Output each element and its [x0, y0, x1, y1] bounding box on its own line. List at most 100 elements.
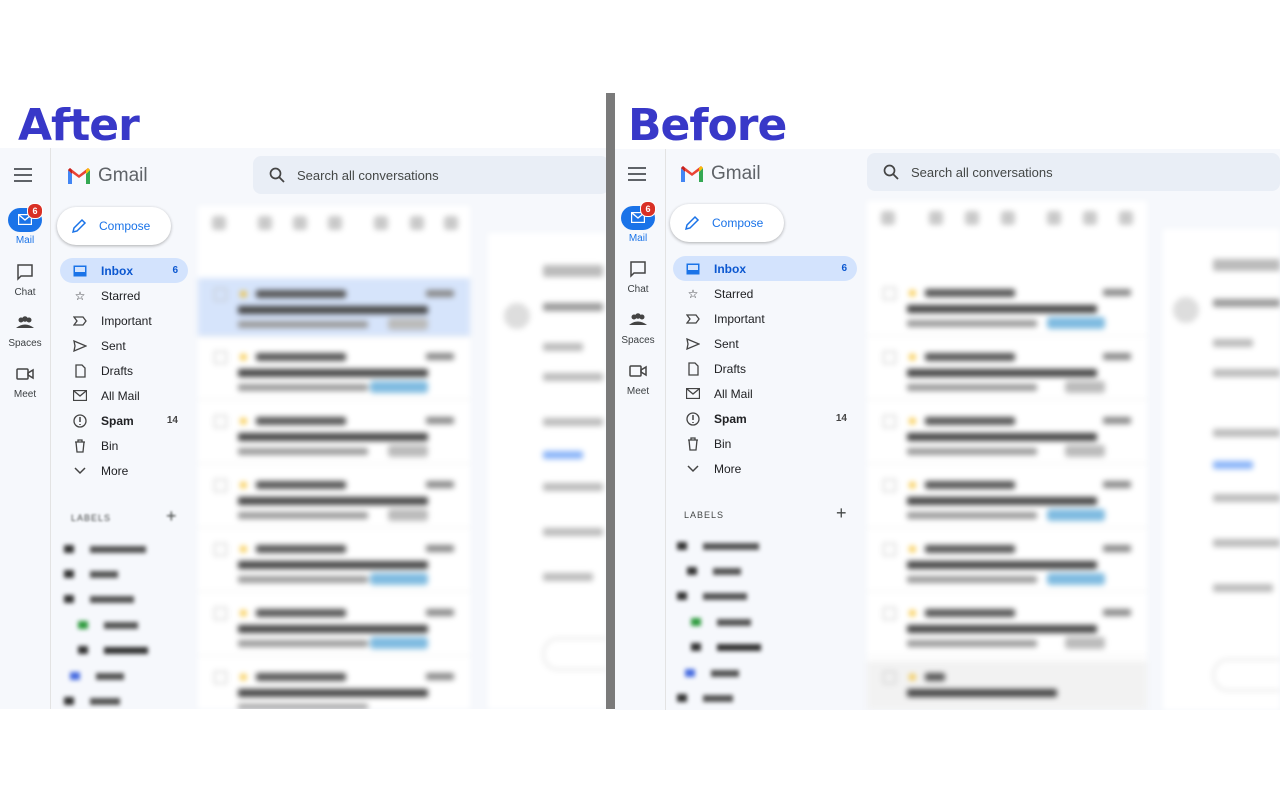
inbox-icon [685, 261, 701, 277]
gmail-wordmark: Gmail [98, 165, 148, 186]
nav-bin[interactable]: Bin [60, 433, 188, 458]
label-item[interactable] [691, 638, 761, 656]
rail-meet-label: Meet [13, 389, 37, 400]
nav-all-mail[interactable]: All Mail [673, 381, 857, 406]
main-menu-icon[interactable] [14, 168, 32, 186]
nav-count: 14 [166, 415, 178, 426]
gmail-logo[interactable]: Gmail [679, 163, 761, 185]
label-item[interactable] [685, 664, 739, 682]
search-bar[interactable]: Search all conversations [253, 156, 606, 194]
nav-label: Bin [714, 436, 732, 451]
message-row[interactable]: ★ [867, 341, 1147, 400]
label-item[interactable] [677, 587, 747, 605]
important-icon [685, 311, 701, 327]
nav-sent[interactable]: Sent [673, 331, 857, 356]
star-icon: ☆ [687, 286, 699, 301]
label-item[interactable] [70, 667, 124, 685]
nav-important[interactable]: Important [673, 306, 857, 331]
nav-starred[interactable]: ☆ Starred [673, 281, 857, 306]
rail-chat[interactable]: Chat [615, 259, 663, 295]
search-bar[interactable]: Search all conversations [867, 153, 1280, 191]
add-label-icon[interactable]: + [166, 506, 177, 527]
message-row[interactable]: ★ [198, 597, 470, 656]
nav-bin[interactable]: Bin [673, 431, 857, 456]
reading-pane [1163, 229, 1280, 710]
label-item[interactable] [64, 565, 118, 583]
nav-spam[interactable]: Spam 14 [673, 406, 857, 431]
label-item[interactable] [64, 540, 146, 558]
message-row[interactable]: ★ [867, 405, 1147, 464]
message-row[interactable]: ★ [198, 533, 470, 592]
message-row[interactable]: ★ [867, 597, 1147, 656]
chevron-down-icon [72, 463, 88, 479]
message-row[interactable]: ★ [198, 661, 470, 709]
compose-label: Compose [99, 219, 151, 233]
message-row[interactable]: ★ [198, 341, 470, 400]
label-item[interactable] [677, 689, 733, 707]
gmail-logo[interactable]: Gmail [66, 165, 148, 187]
nav-label: More [714, 461, 742, 476]
nav-more[interactable]: More [673, 456, 857, 481]
all-mail-icon [685, 386, 701, 402]
nav-label: Starred [101, 288, 141, 303]
label-item[interactable] [691, 613, 751, 631]
app-rail: 6 Mail Chat Spaces Meet [0, 148, 51, 709]
nav-spam[interactable]: Spam 14 [60, 408, 188, 433]
rail-mail[interactable]: 6 Mail [0, 203, 50, 246]
nav-starred[interactable]: ☆ Starred [60, 283, 188, 308]
main-menu-icon[interactable] [628, 167, 646, 185]
message-row[interactable]: ★ [198, 278, 470, 337]
message-list: ★ ★ ★ ★ ★ ★ ★ [198, 206, 470, 709]
rail-mail-label: Mail [628, 233, 648, 244]
nav-label: Important [101, 313, 152, 328]
nav-sent[interactable]: Sent [60, 333, 188, 358]
label-item[interactable] [64, 590, 134, 608]
nav-label: Inbox [101, 263, 133, 278]
rail-spaces-label: Spaces [8, 338, 42, 349]
rail-chat[interactable]: Chat [0, 262, 50, 298]
label-item[interactable] [677, 537, 759, 555]
add-label-icon[interactable]: + [836, 503, 847, 524]
pencil-icon [684, 215, 700, 231]
important-icon [72, 313, 88, 329]
rail-meet[interactable]: Meet [0, 364, 50, 400]
message-row[interactable]: ★ [198, 469, 470, 528]
star-icon: ☆ [74, 288, 86, 303]
label-item[interactable] [78, 616, 138, 634]
spam-icon [72, 413, 88, 429]
nav-inbox[interactable]: Inbox 6 [60, 258, 188, 283]
message-row[interactable]: ★ [867, 469, 1147, 528]
label-item[interactable] [78, 641, 148, 659]
rail-spaces[interactable]: Spaces [615, 310, 663, 346]
message-row[interactable]: ★ [867, 277, 1147, 336]
rail-spaces[interactable]: Spaces [0, 313, 50, 349]
nav-label: Spam [101, 413, 134, 428]
nav-all-mail[interactable]: All Mail [60, 383, 188, 408]
message-row[interactable]: ★ [867, 661, 1147, 710]
nav-drafts[interactable]: Drafts [60, 358, 188, 383]
pencil-icon [71, 218, 87, 234]
nav-inbox[interactable]: Inbox 6 [673, 256, 857, 281]
mail-badge: 6 [640, 201, 656, 217]
nav-important[interactable]: Important [60, 308, 188, 333]
label-item[interactable] [687, 562, 741, 580]
nav-drafts[interactable]: Drafts [673, 356, 857, 381]
compose-button[interactable]: Compose [670, 204, 784, 242]
chat-icon [17, 264, 33, 281]
spam-icon [685, 411, 701, 427]
nav-label: Bin [101, 438, 119, 453]
label-item[interactable] [64, 692, 120, 709]
message-row[interactable]: ★ [198, 405, 470, 464]
reading-pane [488, 233, 606, 709]
nav-more[interactable]: More [60, 458, 188, 483]
rail-mail[interactable]: 6 Mail [615, 201, 663, 244]
spaces-icon [16, 316, 34, 328]
rail-meet-label: Meet [626, 386, 650, 397]
folder-nav: Inbox 6 ☆ Starred Important Sent Drafts Al… [60, 258, 188, 483]
compose-button[interactable]: Compose [57, 207, 171, 245]
compose-label: Compose [712, 216, 764, 230]
search-icon [269, 167, 285, 183]
message-row[interactable]: ★ [867, 533, 1147, 592]
rail-mail-label: Mail [15, 235, 35, 246]
rail-meet[interactable]: Meet [615, 361, 663, 397]
